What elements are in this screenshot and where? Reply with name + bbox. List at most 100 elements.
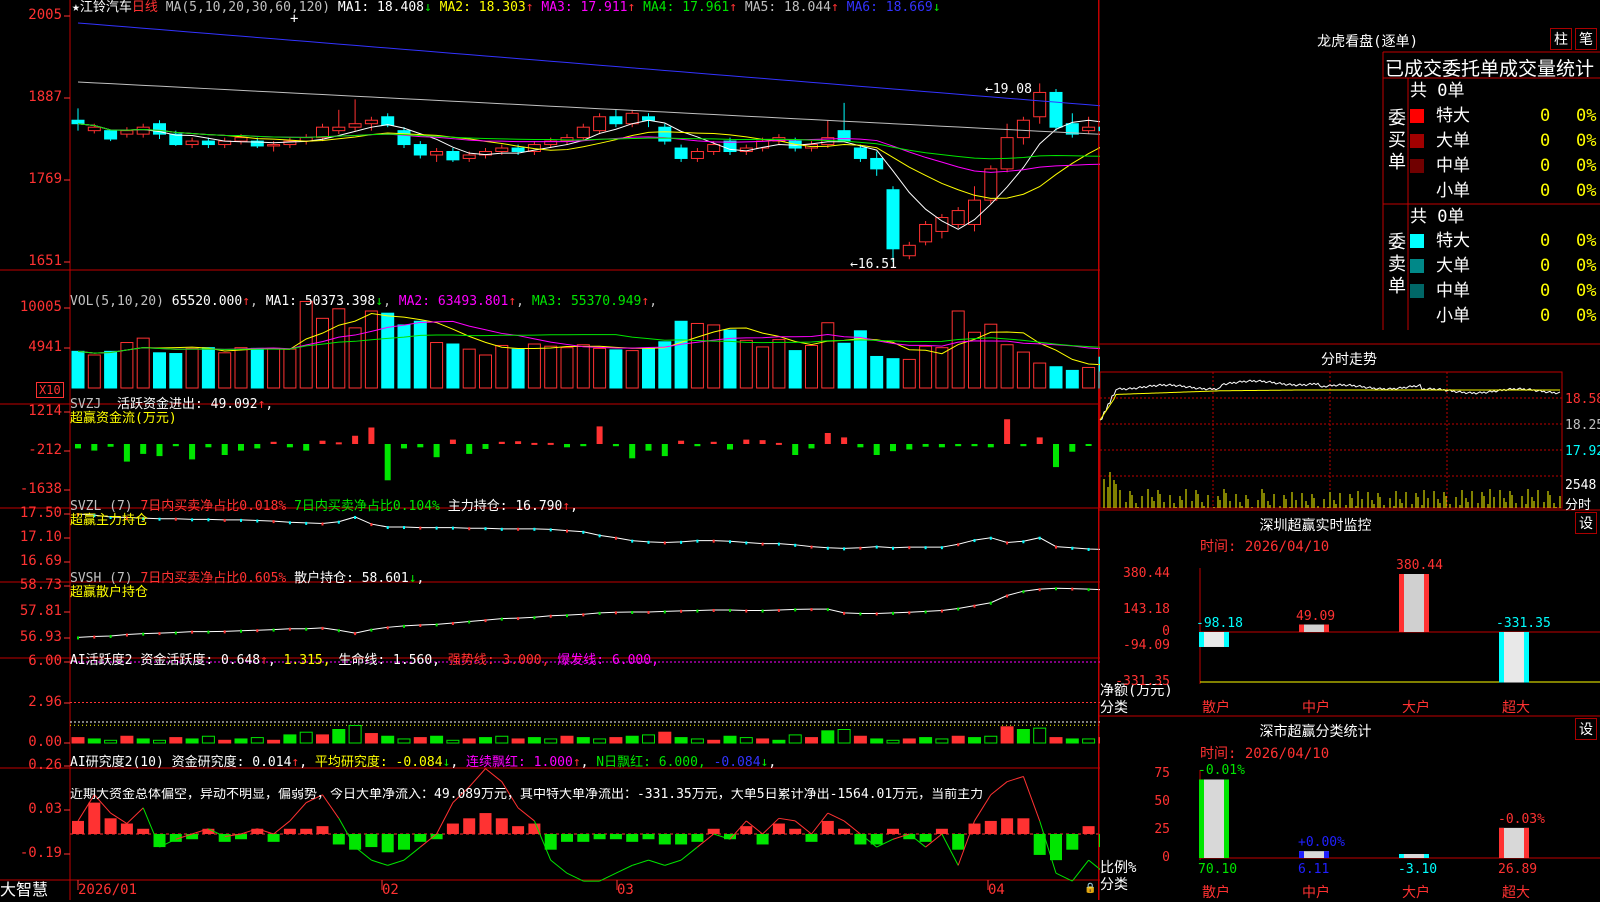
main-holding-dot — [240, 518, 242, 522]
retail-holding-dot — [386, 626, 389, 630]
ai2-v4: N日飘红: 6.000, — [596, 755, 706, 770]
activity-bar — [984, 735, 998, 744]
candle — [71, 119, 85, 125]
monitor-bar-edge — [1499, 632, 1504, 683]
activity-bar — [283, 734, 297, 744]
monitor-bar-edge — [1524, 632, 1529, 683]
volume-bar — [267, 347, 281, 389]
monitor-cat-2: 大户 — [1402, 700, 1430, 716]
ai2-tick-0: 0.26 — [28, 757, 62, 773]
kline-tick-1: 1887 — [28, 89, 62, 105]
retail-holding-dot — [680, 609, 683, 613]
fund-flow-bar — [335, 442, 342, 445]
candle — [935, 217, 949, 232]
research-bar — [495, 818, 508, 834]
fund-flow-bar — [629, 444, 636, 459]
main-holding-dot — [859, 546, 862, 550]
research-line — [632, 859, 649, 866]
monitor-value-1: 49.09 — [1296, 608, 1336, 624]
activity-bar — [853, 735, 867, 744]
order-stats-header: 已成交委托单成交量统计 — [1385, 58, 1595, 80]
svzl-desc2: 7日内买卖净占比0.104% — [294, 499, 440, 514]
favorite-star-icon[interactable]: ★ — [72, 0, 80, 15]
retail-holding-dot — [207, 630, 210, 634]
retail-holding-dot — [859, 612, 862, 616]
candle — [462, 154, 476, 159]
volume-bar — [495, 344, 509, 389]
ma-params: MA(5,10,20,30,60,120) — [165, 0, 331, 15]
research-bar — [903, 834, 916, 840]
activity-bar — [397, 738, 411, 744]
bar-mode-button[interactable]: 柱 — [1550, 28, 1572, 50]
retail-holding-dot — [875, 612, 878, 616]
activity-bar — [837, 729, 851, 744]
volume-bar — [560, 347, 574, 389]
intraday-tick-3: 2548 — [1565, 478, 1597, 493]
ai1-v3: 生命线: 1.560, — [338, 653, 441, 668]
activity-bar — [153, 739, 166, 744]
candle — [1000, 137, 1014, 170]
vol-ma-3: MA3: 55370.949 — [531, 294, 642, 309]
research-bar — [218, 834, 231, 842]
main-holding-dot — [745, 541, 748, 545]
activity-bar — [446, 739, 460, 744]
retail-holding-dot — [305, 627, 308, 631]
activity-bar — [430, 735, 444, 744]
classify-settings-button[interactable]: 设 — [1575, 718, 1597, 740]
classify-value-2: -3.10 — [1398, 862, 1438, 877]
main-holding-dot — [794, 543, 797, 547]
main-holding-dot — [549, 528, 552, 532]
monitor-settings-button[interactable]: 设 — [1575, 512, 1597, 534]
fund-flow-bar — [449, 439, 456, 444]
retail-holding-dot — [973, 604, 976, 608]
ma120-line — [77, 22, 1100, 107]
volume-bar — [87, 354, 101, 389]
vol-unit-badge[interactable]: X10 — [36, 382, 64, 398]
monitor-y-tick-2: 0 — [1162, 624, 1170, 639]
buy-row-count-0: 0 — [1540, 106, 1551, 126]
fund-flow-bar — [808, 444, 815, 449]
activity-bar — [560, 735, 574, 744]
retail-holding-dot — [1087, 588, 1090, 592]
fund-flow-bar — [710, 441, 717, 444]
candle — [348, 123, 362, 128]
research-bar — [544, 834, 557, 850]
research-bar — [1066, 834, 1079, 850]
volume-bar — [511, 348, 525, 389]
research-bar — [740, 826, 753, 834]
retail-holding-dot — [647, 611, 650, 614]
retail-holding-dot — [582, 613, 585, 617]
vol-ma-arrow-3: ↑ — [641, 294, 650, 309]
research-bar — [919, 834, 932, 842]
pen-mode-button[interactable]: 笔 — [1575, 28, 1597, 50]
research-bar — [283, 828, 296, 834]
fund-flow-bar — [417, 444, 424, 448]
main-holding-dot — [566, 529, 568, 533]
activity-bar — [968, 737, 981, 744]
fund-flow-bar — [661, 444, 668, 457]
research-bar — [430, 834, 443, 840]
period-label[interactable]: 日线 — [132, 0, 158, 15]
right-panel — [1098, 0, 1600, 900]
activity-bar — [1049, 737, 1063, 744]
fund-flow-bar — [955, 444, 962, 447]
ai1-v5: 爆发线: 6.000, — [557, 653, 659, 668]
fund-flow-bar — [971, 444, 978, 447]
volume-bar — [234, 347, 248, 389]
activity-bar — [87, 738, 101, 744]
ai1-name: AI活跃度2 — [70, 653, 133, 668]
ma-value-3: MA3: 17.911 — [541, 0, 628, 15]
sell-row-count-0: 0 — [1540, 231, 1551, 251]
ai2-name: AI研究度2(10) — [70, 755, 164, 770]
retail-holding-dot — [158, 632, 161, 636]
retail-holding-dot — [142, 632, 145, 636]
lock-icon[interactable]: 🔒 — [1084, 883, 1096, 894]
candle — [364, 119, 378, 125]
buy-total: 共 0单 — [1410, 81, 1465, 101]
activity-bar — [169, 737, 183, 744]
candle — [136, 126, 150, 135]
research-bar — [756, 834, 769, 845]
research-line — [1006, 775, 1024, 783]
research-bar — [593, 834, 606, 840]
candle — [185, 140, 199, 146]
